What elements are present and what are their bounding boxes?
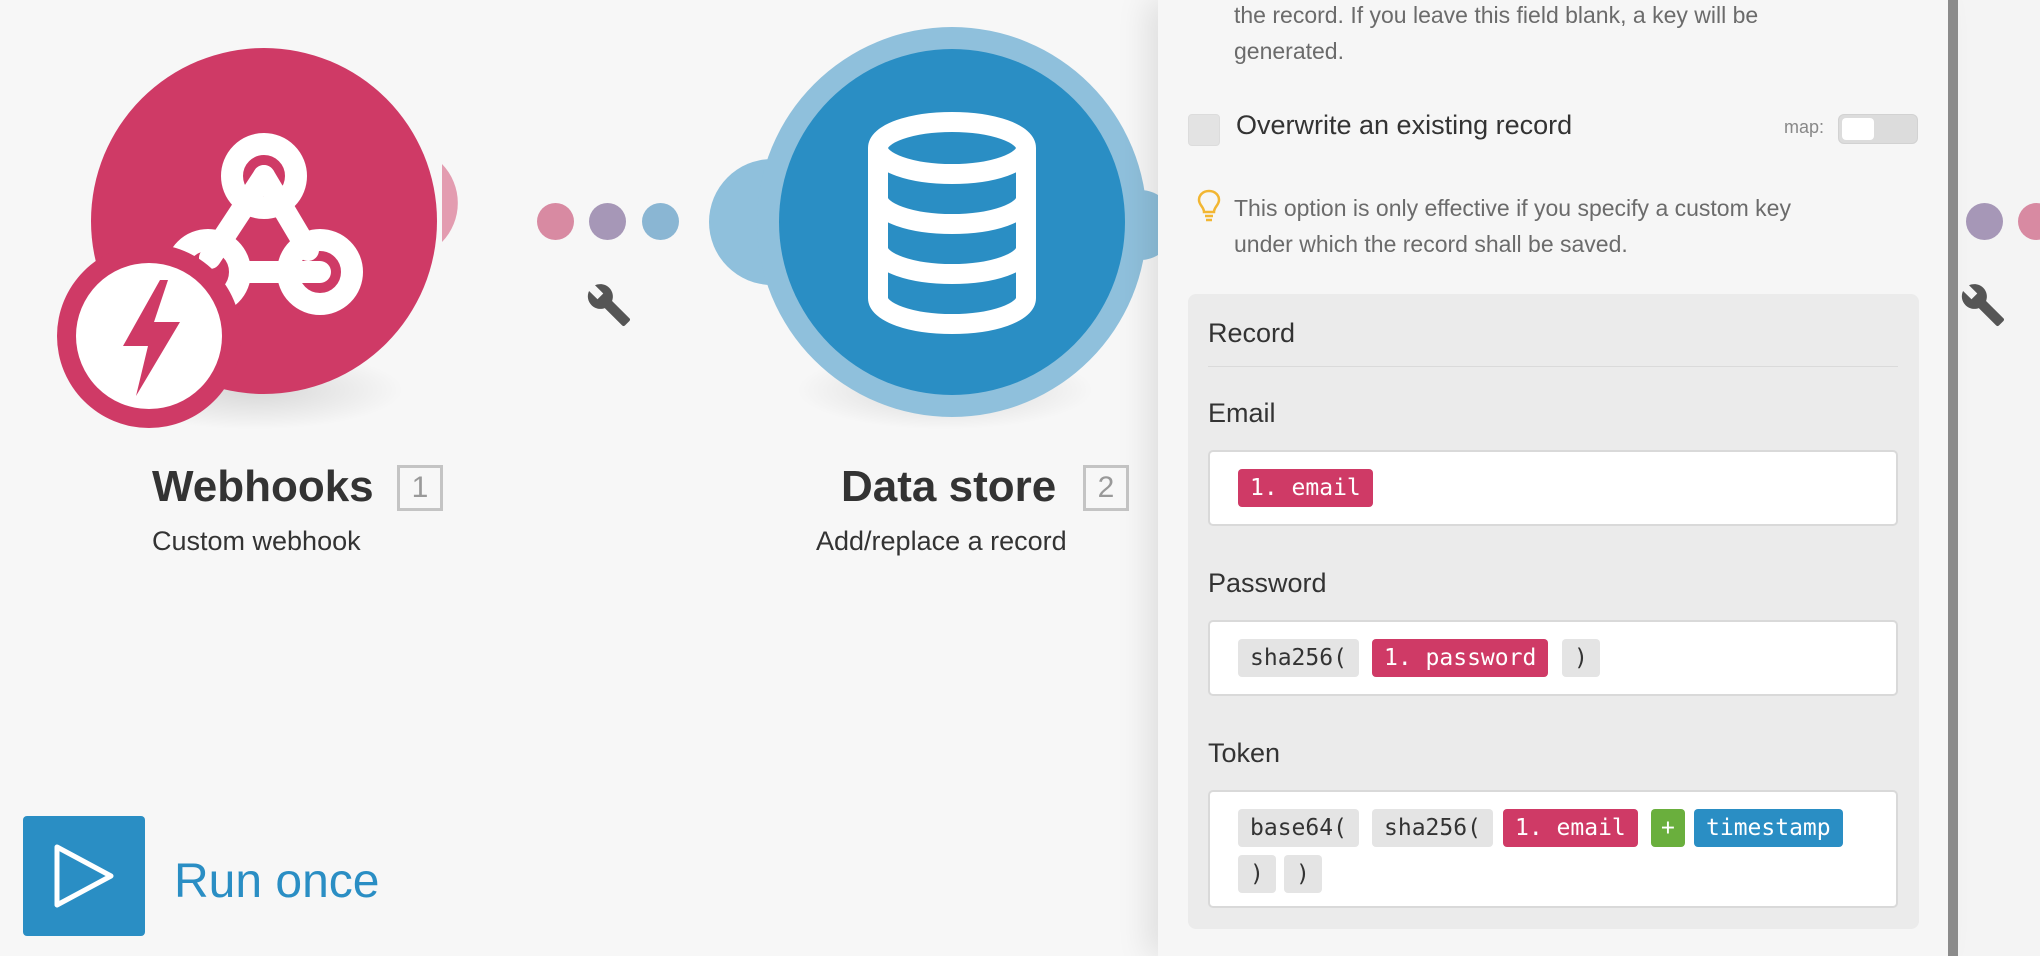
module-title-webhooks: Webhooks: [152, 462, 374, 511]
divider: [1208, 366, 1898, 367]
mapped-token[interactable]: 1. email: [1503, 809, 1638, 847]
operator-token[interactable]: +: [1651, 809, 1685, 847]
map-toggle[interactable]: [1838, 114, 1918, 144]
module-settings-panel: the record. If you leave this field blan…: [1158, 0, 1949, 956]
run-once-button[interactable]: [23, 816, 145, 936]
module-subtitle-webhooks: Custom webhook: [152, 526, 361, 556]
toggle-knob: [1842, 118, 1874, 140]
module-number-badge: 1: [397, 465, 443, 511]
run-once-label[interactable]: Run once: [174, 854, 379, 909]
panel-scrollbar[interactable]: [1948, 0, 1958, 956]
play-icon: [54, 844, 114, 908]
function-token[interactable]: ): [1284, 855, 1322, 893]
wrench-icon[interactable]: [1960, 282, 2006, 328]
function-token[interactable]: ): [1238, 855, 1276, 893]
mapped-token[interactable]: 1. password: [1372, 639, 1549, 677]
mapped-token[interactable]: 1. email: [1238, 469, 1373, 507]
canvas-right-strip: [1958, 0, 2040, 956]
keyword-token[interactable]: timestamp: [1694, 809, 1843, 847]
wrench-icon[interactable]: [586, 282, 632, 328]
token-label: Token: [1208, 738, 1281, 768]
connection-dot: [537, 203, 574, 240]
record-title: Record: [1208, 318, 1296, 348]
password-label: Password: [1208, 568, 1327, 598]
data-store-module[interactable]: [700, 20, 1160, 440]
connector-handle[interactable]: [442, 164, 458, 242]
module-subtitle-data-store: Add/replace a record: [816, 526, 1067, 556]
module-number-badge: 2: [1083, 465, 1129, 511]
connection-dot: [589, 203, 626, 240]
connection-dot: [642, 203, 679, 240]
email-field[interactable]: 1. email: [1208, 450, 1898, 526]
key-help-line: the record. If you leave this field blan…: [1234, 2, 1759, 28]
overwrite-help-line: This option is only effective if you spe…: [1234, 195, 1791, 221]
function-token[interactable]: ): [1562, 639, 1600, 677]
overwrite-help-text: This option is only effective if you spe…: [1234, 190, 1791, 262]
token-field[interactable]: base64( sha256( 1. email + timestamp ) ): [1208, 790, 1898, 908]
email-label: Email: [1208, 398, 1276, 428]
function-token[interactable]: sha256(: [1372, 809, 1493, 847]
overwrite-label[interactable]: Overwrite an existing record: [1236, 110, 1572, 141]
function-token[interactable]: base64(: [1238, 809, 1359, 847]
overwrite-checkbox[interactable]: [1188, 114, 1220, 146]
record-section: Record Email 1. email Password sha256( 1…: [1188, 294, 1919, 929]
module-title-data-store: Data store: [841, 462, 1057, 511]
overwrite-help-line: under which the record shall be saved.: [1234, 231, 1628, 257]
connection-dot: [1966, 203, 2003, 240]
password-field[interactable]: sha256( 1. password ): [1208, 620, 1898, 696]
function-token[interactable]: sha256(: [1238, 639, 1359, 677]
key-help-line: generated.: [1234, 38, 1344, 64]
key-help-text: the record. If you leave this field blan…: [1234, 0, 1758, 69]
lightbulb-icon: [1197, 189, 1221, 222]
map-label: map:: [1784, 117, 1825, 137]
webhooks-module[interactable]: [50, 40, 520, 440]
connection-dot: [2018, 203, 2040, 240]
